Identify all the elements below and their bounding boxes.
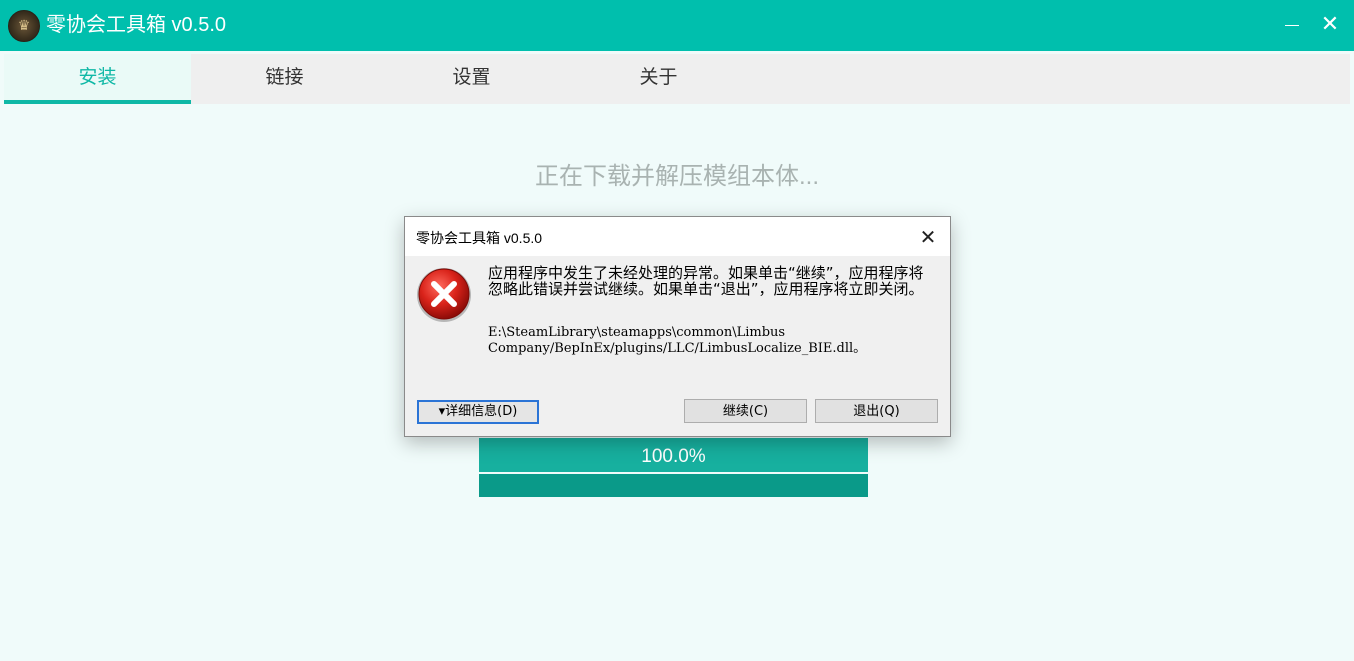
progress-label: 100.0% bbox=[641, 446, 706, 467]
install-status-text: 正在下载并解压模组本体... bbox=[534, 163, 819, 190]
tab-settings[interactable]: 设置 bbox=[378, 54, 565, 104]
close-button[interactable]: ✕ bbox=[1315, 10, 1345, 40]
dialog-title: 零协会工具箱 v0.5.0 bbox=[416, 230, 543, 246]
minimize-button[interactable] bbox=[1277, 10, 1307, 40]
tab-bar: 安装 链接 设置 关于 bbox=[4, 54, 1350, 104]
tab-active-indicator bbox=[4, 100, 191, 104]
quit-button[interactable]: 退出(Q) bbox=[815, 399, 938, 423]
tab-about[interactable]: 关于 bbox=[565, 54, 752, 104]
tab-links[interactable]: 链接 bbox=[191, 54, 378, 104]
dialog-path: E:\SteamLibrary\steamapps\common\Limbus … bbox=[488, 325, 928, 357]
continue-button[interactable]: 继续(C) bbox=[684, 399, 807, 423]
close-icon: ✕ bbox=[919, 225, 937, 249]
app-titlebar: ♛ 零协会工具箱 v0.5.0 ✕ bbox=[0, 0, 1354, 51]
tab-label: 链接 bbox=[265, 67, 304, 88]
app-logo-icon: ♛ bbox=[8, 10, 40, 42]
error-icon bbox=[417, 268, 471, 322]
close-icon: ✕ bbox=[1320, 12, 1340, 37]
app-title: 零协会工具箱 v0.5.0 bbox=[46, 14, 227, 36]
tab-label: 关于 bbox=[639, 67, 678, 88]
dialog-path-line: Company/BepInEx/plugins/LLC/LimbusLocali… bbox=[488, 341, 867, 356]
install-progress-bar: 100.0% bbox=[479, 438, 868, 497]
progress-fill bbox=[479, 474, 868, 497]
dialog-path-line: E:\SteamLibrary\steamapps\common\Limbus bbox=[488, 325, 786, 340]
tab-label: 设置 bbox=[452, 67, 491, 88]
dialog-message: 应用程序中发生了未经处理的异常。如果单击“继续”，应用程序将忽略此错误并尝试继续… bbox=[488, 264, 924, 298]
tab-install[interactable]: 安装 bbox=[4, 54, 191, 104]
details-button[interactable]: ▾详细信息(D) bbox=[417, 400, 539, 424]
minimize-icon bbox=[1285, 25, 1299, 26]
dialog-titlebar: 零协会工具箱 v0.5.0 ✕ bbox=[405, 217, 950, 256]
dialog-close-button[interactable]: ✕ bbox=[913, 223, 943, 251]
error-dialog: 零协会工具箱 v0.5.0 ✕ 应用程序中发生了未经处理的异常。如果单击“继续”… bbox=[404, 216, 951, 437]
tab-label: 安装 bbox=[78, 67, 117, 88]
